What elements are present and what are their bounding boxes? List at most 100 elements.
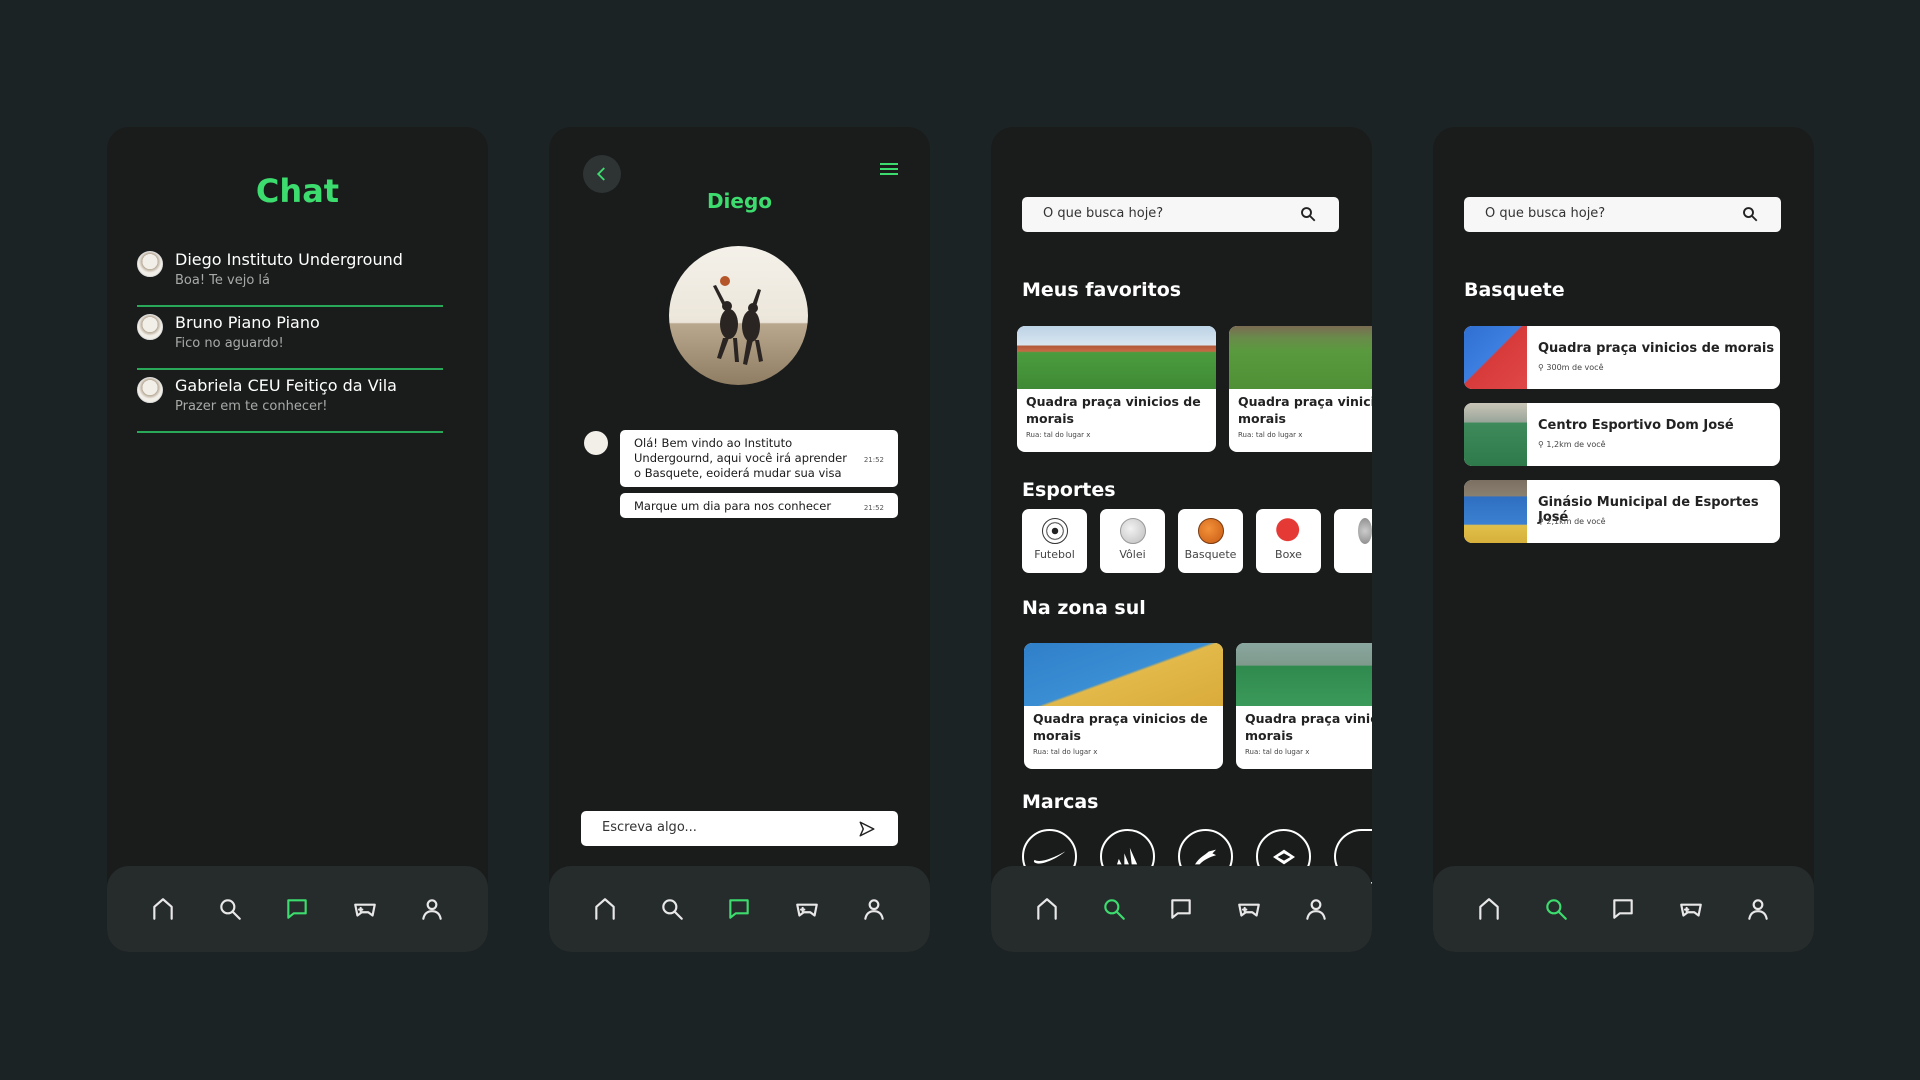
chat-icon[interactable] bbox=[283, 895, 311, 923]
basketball-icon bbox=[1197, 518, 1224, 544]
message-time: 21:52 bbox=[863, 504, 884, 512]
court-image bbox=[1229, 326, 1372, 389]
message-input-placeholder: Escreva algo... bbox=[602, 820, 697, 835]
sport-chip-judo[interactable] bbox=[1334, 509, 1372, 573]
search-input[interactable]: O que busca hoje? bbox=[1464, 197, 1781, 232]
back-button[interactable] bbox=[583, 155, 621, 193]
result-card[interactable]: Ginásio Municipal de Esportes José ⚲ 2,1… bbox=[1464, 480, 1780, 543]
chat-icon[interactable] bbox=[725, 895, 753, 923]
court-image bbox=[1236, 643, 1372, 706]
search-placeholder: O que busca hoje? bbox=[1043, 206, 1164, 221]
message-bubble: Marque um dia para nos conhecer 21:52 bbox=[620, 493, 898, 518]
card-address: Rua: tal do lugar x bbox=[1033, 748, 1098, 756]
home-icon[interactable] bbox=[149, 895, 177, 923]
message-input[interactable]: Escreva algo... bbox=[581, 811, 898, 846]
home-icon[interactable] bbox=[1475, 895, 1503, 923]
avatar bbox=[137, 251, 163, 277]
court-card[interactable]: Quadra praça vinicios de morais Rua: tal… bbox=[1236, 643, 1372, 769]
section-title-favorites: Meus favoritos bbox=[1022, 279, 1182, 301]
search-icon[interactable] bbox=[1299, 205, 1317, 223]
category-title: Basquete bbox=[1464, 279, 1565, 301]
section-title-brands: Marcas bbox=[1022, 791, 1099, 813]
search-placeholder: O que busca hoje? bbox=[1485, 206, 1606, 221]
result-card[interactable]: Quadra praça vinicios de morais ⚲ 300m d… bbox=[1464, 326, 1780, 389]
card-title: Quadra praça vinicios de morais bbox=[1238, 394, 1372, 426]
profile-icon[interactable] bbox=[860, 895, 888, 923]
contact-avatar bbox=[669, 246, 808, 385]
search-icon[interactable] bbox=[1542, 895, 1570, 923]
page-title: Chat bbox=[255, 172, 340, 210]
court-image bbox=[1017, 326, 1216, 389]
contact-name: Diego bbox=[706, 189, 773, 213]
search-input[interactable]: O que busca hoje? bbox=[1022, 197, 1339, 232]
court-image bbox=[1024, 643, 1223, 706]
sport-label: Futebol bbox=[1034, 548, 1075, 561]
conversation-item[interactable]: Diego Instituto Underground Boa! Te vejo… bbox=[137, 245, 443, 307]
favorite-card[interactable]: Quadra praça vinicios de morais Rua: tal… bbox=[1229, 326, 1372, 452]
conversation-name: Diego Instituto Underground bbox=[175, 250, 403, 269]
home-icon[interactable] bbox=[591, 895, 619, 923]
avatar bbox=[137, 377, 163, 403]
chat-list-screen: Chat Diego Instituto Underground Boa! Te… bbox=[107, 127, 488, 952]
home-icon[interactable] bbox=[1033, 895, 1061, 923]
conversation-item[interactable]: Bruno Piano Piano Fico no aguardo! bbox=[137, 308, 443, 370]
chat-screen: Diego Olá! Bem vindo ao Instituto Underg… bbox=[549, 127, 930, 952]
gamepad-icon[interactable] bbox=[351, 895, 379, 923]
court-image bbox=[1464, 326, 1527, 389]
judo-icon bbox=[1358, 518, 1372, 544]
distance-text: 1,2km de você bbox=[1546, 440, 1606, 449]
conversation-name: Bruno Piano Piano bbox=[175, 313, 320, 332]
chevron-left-icon bbox=[596, 167, 605, 181]
conversation-preview: Prazer em te conhecer! bbox=[175, 399, 328, 414]
search-icon[interactable] bbox=[658, 895, 686, 923]
card-address: Rua: tal do lugar x bbox=[1238, 431, 1303, 439]
search-icon[interactable] bbox=[1741, 205, 1759, 223]
gamepad-icon[interactable] bbox=[1677, 895, 1705, 923]
result-title: Centro Esportivo Dom José bbox=[1538, 418, 1734, 433]
volleyball-icon bbox=[1119, 518, 1146, 544]
gamepad-icon[interactable] bbox=[793, 895, 821, 923]
chat-icon[interactable] bbox=[1167, 895, 1195, 923]
favorite-card[interactable]: Quadra praça vinicios de morais Rua: tal… bbox=[1017, 326, 1216, 452]
message-text: Marque um dia para nos conhecer bbox=[634, 499, 832, 513]
conversation-name: Gabriela CEU Feitiço da Vila bbox=[175, 376, 397, 395]
sport-label: Vôlei bbox=[1119, 548, 1146, 561]
sport-chip-basquete[interactable]: Basquete bbox=[1178, 509, 1243, 573]
result-distance: ⚲ 2,1km de você bbox=[1538, 517, 1606, 526]
sport-chip-boxe[interactable]: Boxe bbox=[1256, 509, 1321, 573]
sport-chip-volei[interactable]: Vôlei bbox=[1100, 509, 1165, 573]
search-icon[interactable] bbox=[1100, 895, 1128, 923]
section-title-south-zone: Na zona sul bbox=[1022, 597, 1146, 619]
court-image bbox=[1464, 403, 1527, 466]
avatar bbox=[584, 431, 608, 455]
sport-label: Basquete bbox=[1184, 548, 1237, 561]
message-time: 21:52 bbox=[863, 456, 884, 464]
bottom-nav bbox=[991, 866, 1372, 952]
profile-icon[interactable] bbox=[418, 895, 446, 923]
avatar bbox=[137, 314, 163, 340]
bottom-nav bbox=[549, 866, 930, 952]
menu-icon[interactable] bbox=[880, 163, 898, 177]
explore-screen: O que busca hoje? Meus favoritos Quadra … bbox=[991, 127, 1372, 952]
sport-chip-futebol[interactable]: Futebol bbox=[1022, 509, 1087, 573]
distance-text: 300m de você bbox=[1546, 363, 1604, 372]
result-card[interactable]: Centro Esportivo Dom José ⚲ 1,2km de voc… bbox=[1464, 403, 1780, 466]
profile-icon[interactable] bbox=[1302, 895, 1330, 923]
send-icon[interactable] bbox=[858, 820, 876, 838]
card-title: Quadra praça vinicios de morais bbox=[1245, 711, 1372, 743]
bottom-nav bbox=[1433, 866, 1814, 952]
conversation-preview: Fico no aguardo! bbox=[175, 336, 284, 351]
sport-label: Boxe bbox=[1275, 548, 1302, 561]
card-title: Quadra praça vinicios de morais bbox=[1033, 711, 1208, 743]
profile-icon[interactable] bbox=[1744, 895, 1772, 923]
results-screen: O que busca hoje? Basquete Quadra praça … bbox=[1433, 127, 1814, 952]
card-address: Rua: tal do lugar x bbox=[1245, 748, 1310, 756]
chat-icon[interactable] bbox=[1609, 895, 1637, 923]
result-title: Quadra praça vinicios de morais bbox=[1538, 341, 1775, 356]
court-card[interactable]: Quadra praça vinicios de morais Rua: tal… bbox=[1024, 643, 1223, 769]
search-icon[interactable] bbox=[216, 895, 244, 923]
gamepad-icon[interactable] bbox=[1235, 895, 1263, 923]
court-image bbox=[1464, 480, 1527, 543]
conversation-preview: Boa! Te vejo lá bbox=[175, 273, 271, 288]
conversation-item[interactable]: Gabriela CEU Feitiço da Vila Prazer em t… bbox=[137, 371, 443, 433]
